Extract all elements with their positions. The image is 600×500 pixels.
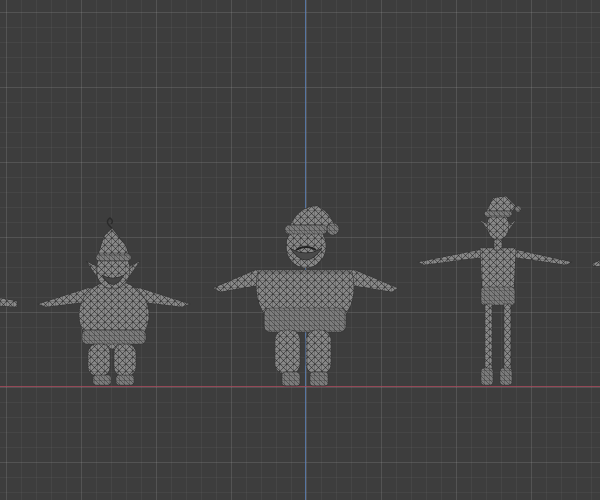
partial-character-right-edge[interactable] (591, 259, 600, 268)
elf-thin[interactable] (417, 195, 573, 386)
elf-chubby-bearded[interactable] (37, 217, 191, 386)
scene-meshes (0, 195, 600, 387)
3d-viewport[interactable] (0, 0, 600, 500)
santa-claus[interactable] (212, 205, 399, 387)
partial-character-left-edge[interactable] (0, 297, 18, 308)
